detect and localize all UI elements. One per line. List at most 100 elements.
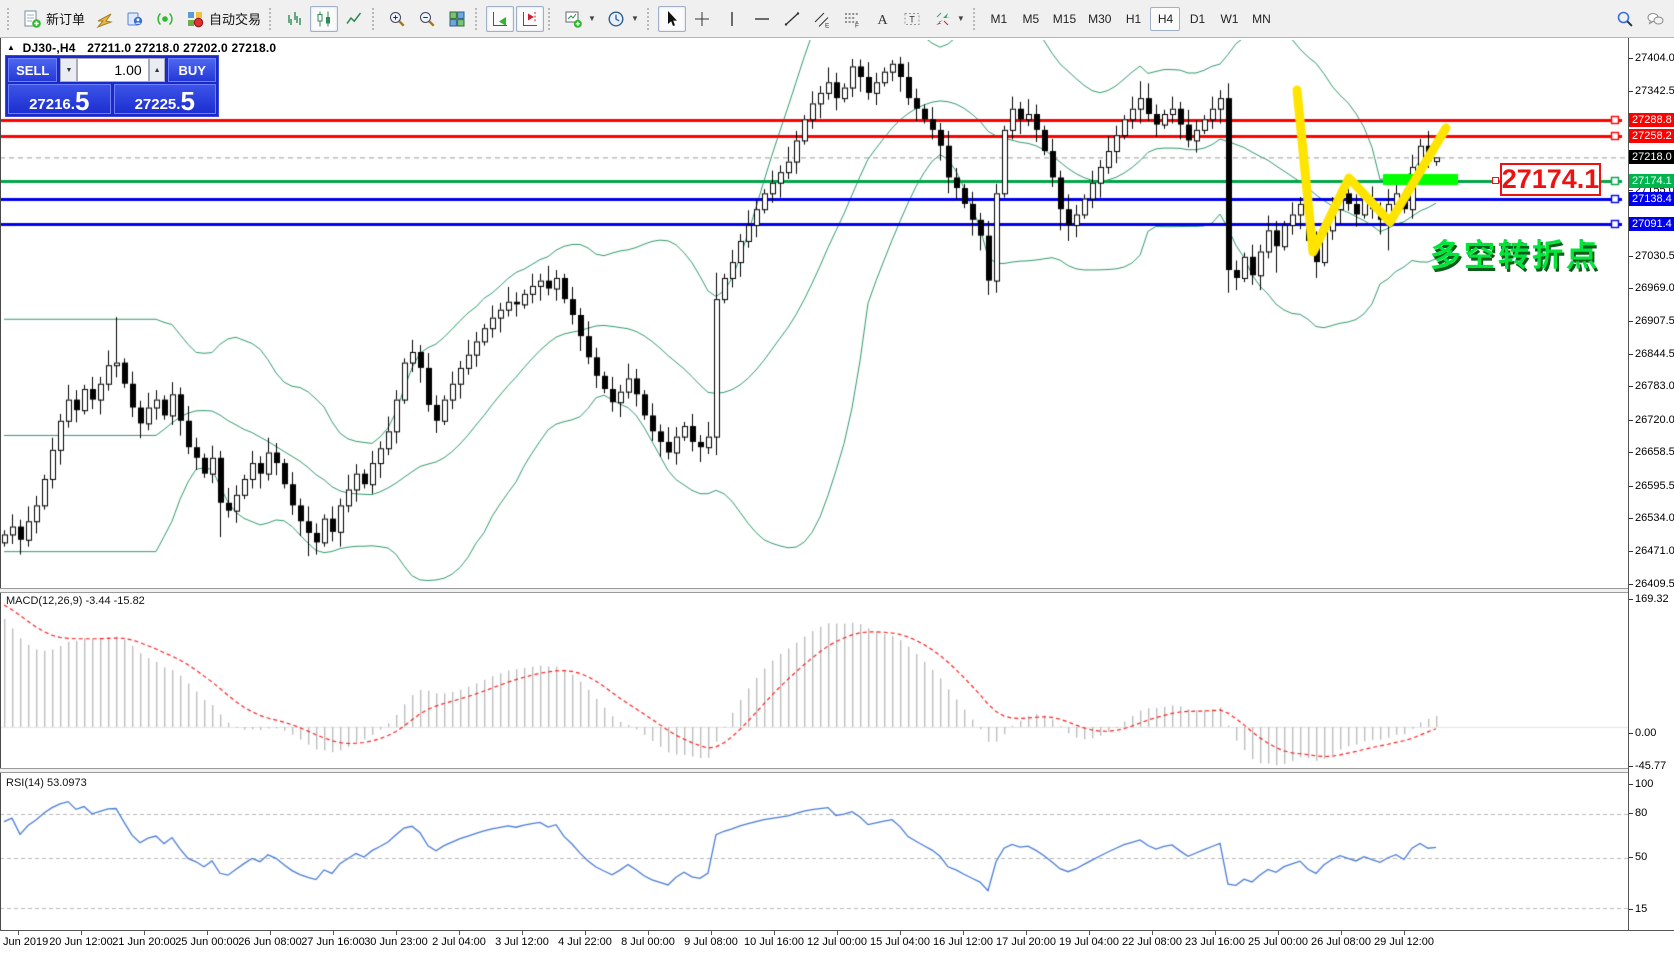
auto-trading-label: 自动交易 (209, 9, 261, 28)
sell-button[interactable]: SELL (8, 58, 57, 82)
zoom-in-button[interactable] (383, 6, 411, 32)
tf-button-M1[interactable]: M1 (984, 7, 1014, 31)
price-line-badge: 27091.4 (1629, 217, 1674, 231)
search-button[interactable] (1611, 6, 1639, 32)
time-tick (207, 931, 208, 935)
time-tick (1089, 931, 1090, 935)
time-label: 26 Jun 08:00 (238, 936, 302, 948)
buy-price-pips: 5 (180, 90, 194, 112)
auto-trading-button[interactable]: 自动交易 (181, 6, 265, 32)
tf-button-H4[interactable]: H4 (1150, 7, 1180, 31)
period-clock-button[interactable]: ▼ (602, 6, 643, 32)
horizontal-line-icon (752, 9, 772, 29)
volume-input[interactable]: 1.00 (77, 58, 148, 82)
label-icon: T (902, 9, 922, 29)
pane-separator-macd[interactable] (0, 588, 1674, 593)
time-tick (963, 931, 964, 935)
time-tick (18, 931, 19, 935)
buy-price[interactable]: 27225.5 (114, 84, 217, 114)
chat-button[interactable] (1641, 6, 1669, 32)
time-label: 19 Jun 2019 (0, 936, 48, 948)
collapse-arrow-icon[interactable]: ▲ (7, 43, 15, 52)
tf-button-H1[interactable]: H1 (1118, 7, 1148, 31)
bar-chart-button[interactable] (280, 6, 308, 32)
horizontal-line-button[interactable] (748, 6, 776, 32)
sell-price[interactable]: 27216.5 (8, 84, 111, 114)
tf-button-W1[interactable]: W1 (1214, 7, 1244, 31)
dropdown-arrow-icon[interactable]: ▼ (588, 14, 596, 23)
price-tick: 27404.0 (1635, 52, 1674, 64)
macd-pane-canvas[interactable] (0, 591, 1628, 768)
rsi-pane-canvas[interactable] (0, 771, 1628, 930)
macd-label: MACD(12,26,9) -3.44 -15.82 (6, 595, 145, 607)
svg-text:A: A (877, 13, 888, 28)
volume-increase-button[interactable]: ▲ (149, 58, 166, 82)
pane-separator-rsi[interactable] (0, 768, 1674, 773)
price-tick: 26969.0 (1635, 282, 1674, 294)
line-chart-button[interactable] (340, 6, 368, 32)
zoom-out-button[interactable] (413, 6, 441, 32)
period-clock-icon (606, 9, 626, 29)
time-axis[interactable]: 19 Jun 201920 Jun 12:0021 Jun 20:0025 Ju… (0, 931, 1674, 957)
red-box-anchor[interactable] (1492, 177, 1499, 184)
toolbar-group-2 (382, 3, 472, 35)
tile-windows-button[interactable] (443, 6, 471, 32)
price-axis[interactable]: 27404.027342.527279.527155.027030.526969… (1629, 38, 1674, 930)
time-label: 30 Jun 23:00 (364, 936, 428, 948)
tile-windows-icon (447, 9, 467, 29)
tf-button-M15[interactable]: M15 (1048, 7, 1081, 31)
buy-price-main: 27225 (135, 97, 177, 112)
ohlc-values: 27211.0 27218.0 27202.0 27218.0 (87, 41, 276, 55)
toolbar-grip (548, 8, 555, 30)
price-tick: 26907.5 (1635, 315, 1674, 327)
tf-button-MN[interactable]: MN (1246, 7, 1276, 31)
tf-button-M5[interactable]: M5 (1016, 7, 1046, 31)
macd-title: MACD(12,26,9) (6, 595, 82, 607)
toolbar-group-4: ▼▼ (558, 3, 644, 35)
vertical-line-icon (722, 9, 742, 29)
trendline-button[interactable] (778, 6, 806, 32)
price-callout-box[interactable]: 27174.1 (1500, 163, 1601, 196)
candlestick-button[interactable] (310, 6, 338, 32)
price-line-badge: 27138.4 (1629, 192, 1674, 206)
arrows-button[interactable]: ▼ (928, 6, 969, 32)
macd-axis-tick: 0.00 (1635, 727, 1656, 739)
chart-shift-button[interactable] (516, 6, 544, 32)
time-label: 15 Jul 04:00 (870, 936, 930, 948)
auto-scroll-button[interactable] (486, 6, 514, 32)
buy-button[interactable]: BUY (168, 58, 216, 82)
time-tick (648, 931, 649, 935)
signals-icon (155, 9, 175, 29)
time-label: 4 Jul 22:00 (558, 936, 612, 948)
main-chart-canvas[interactable] (0, 40, 1628, 588)
accounts-button[interactable] (121, 6, 149, 32)
new-chart-button[interactable]: ▼ (559, 6, 600, 32)
time-label: 29 Jul 12:00 (1374, 936, 1434, 948)
label-button[interactable]: T (898, 6, 926, 32)
price-line-badge: 27288.8 (1629, 113, 1674, 127)
channel-button[interactable]: E (808, 6, 836, 32)
svg-text:T: T (909, 14, 915, 24)
signals-button[interactable] (151, 6, 179, 32)
trendline-icon (782, 9, 802, 29)
channel-icon: E (812, 9, 832, 29)
dropdown-arrow-icon[interactable]: ▼ (957, 14, 965, 23)
ohlc-header: ▲ DJ30-,H4 27211.0 27218.0 27202.0 27218… (7, 41, 276, 55)
fibonacci-button[interactable]: F (838, 6, 866, 32)
text-button[interactable]: A (868, 6, 896, 32)
auto-scroll-icon (490, 9, 510, 29)
time-label: 27 Jun 16:00 (301, 936, 365, 948)
tf-button-D1[interactable]: D1 (1182, 7, 1212, 31)
new-order-button[interactable]: 新订单 (18, 6, 89, 32)
price-line-badge: 27258.2 (1629, 129, 1674, 143)
time-label: 2 Jul 04:00 (432, 936, 486, 948)
vertical-line-button[interactable] (718, 6, 746, 32)
tf-button-M30[interactable]: M30 (1083, 7, 1116, 31)
crosshair-button[interactable] (688, 6, 716, 32)
dropdown-arrow-icon[interactable]: ▼ (631, 14, 639, 23)
volume-decrease-button[interactable]: ▼ (60, 58, 77, 82)
rsi-label: RSI(14) 53.0973 (6, 777, 87, 789)
time-tick (837, 931, 838, 935)
quotes-button[interactable] (91, 6, 119, 32)
cursor-button[interactable] (658, 6, 686, 32)
